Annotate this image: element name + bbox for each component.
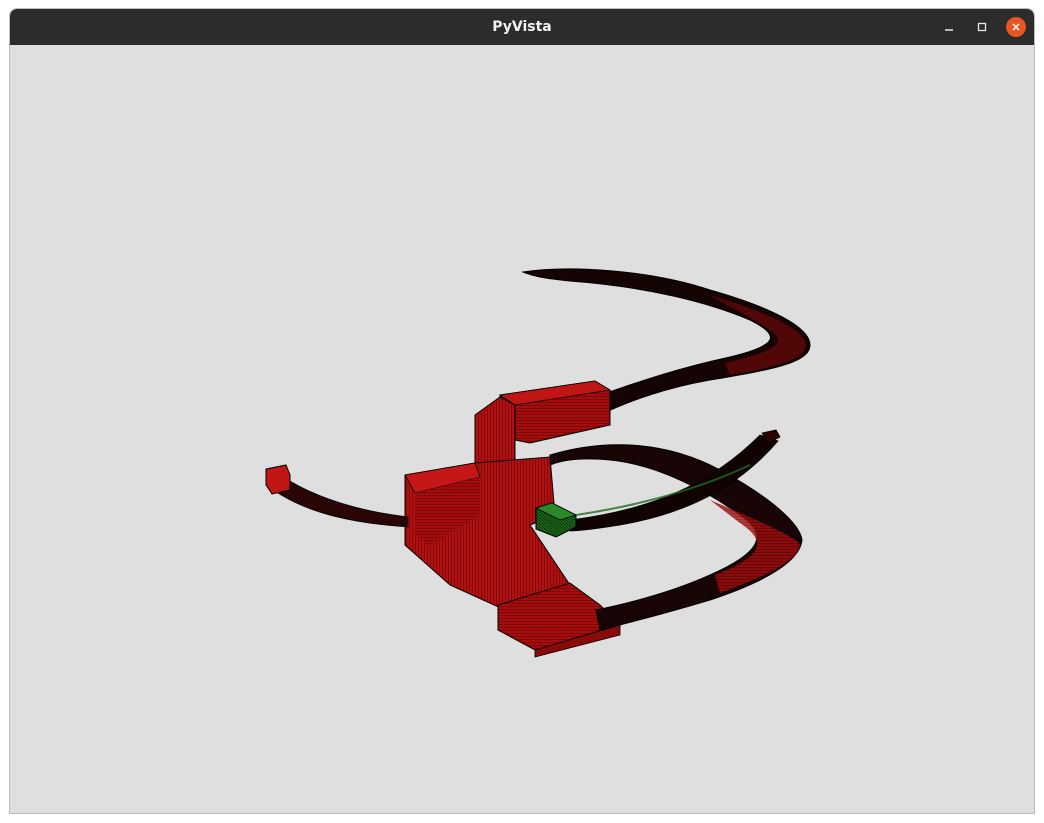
- minimize-icon: [945, 29, 953, 31]
- close-button[interactable]: [1006, 17, 1026, 37]
- 3d-scene: [265, 268, 811, 658]
- render-viewport[interactable]: [10, 45, 1034, 813]
- left-tail-cap: [265, 464, 291, 495]
- minimize-button[interactable]: [939, 17, 959, 37]
- left-tail: [277, 474, 409, 528]
- app-window: PyVista: [9, 8, 1035, 814]
- close-icon: [1012, 23, 1020, 31]
- title-bar[interactable]: PyVista: [10, 9, 1034, 45]
- window-title: PyVista: [492, 19, 552, 35]
- maximize-icon: [977, 22, 987, 32]
- maximize-button[interactable]: [972, 17, 992, 37]
